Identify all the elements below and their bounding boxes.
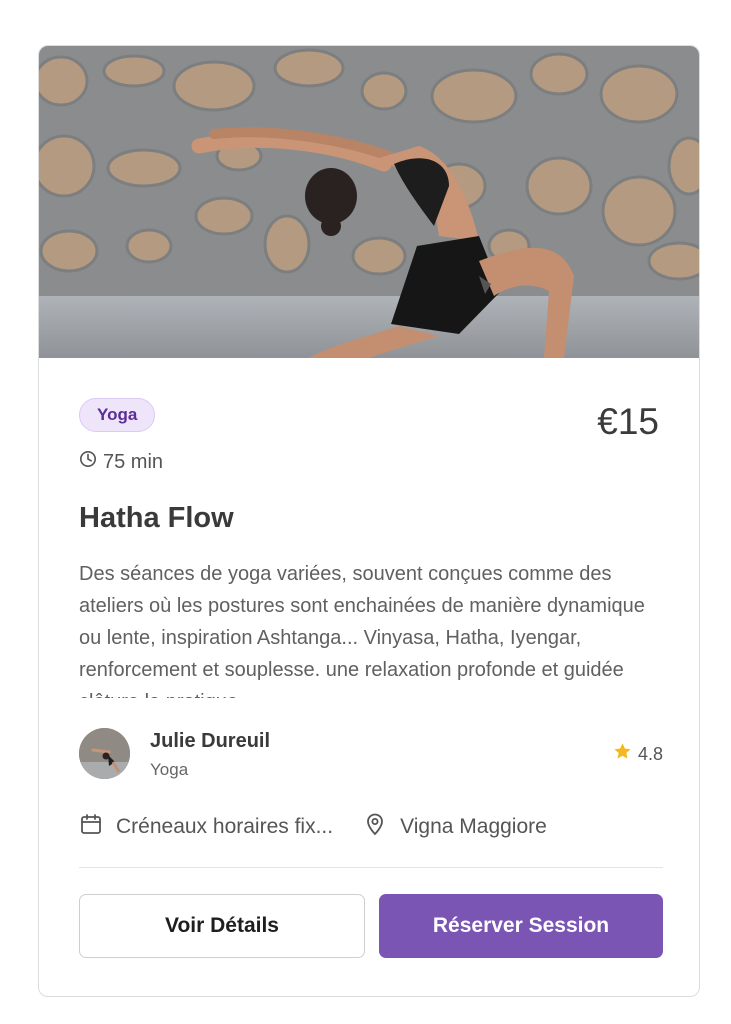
- session-meta: Créneaux horaires fix... Vigna Maggiore: [79, 811, 663, 843]
- divider: [79, 867, 663, 868]
- session-title: Hatha Flow: [79, 502, 234, 534]
- session-image: [39, 46, 699, 358]
- calendar-icon: [79, 812, 103, 842]
- instructor-rating: 4.8: [613, 742, 663, 766]
- yoga-photo: [39, 46, 699, 358]
- schedule-text: Créneaux horaires fix...: [116, 815, 334, 838]
- star-icon: [613, 742, 632, 766]
- duration-text: 75 min: [103, 450, 164, 473]
- category-badge: Yoga: [79, 398, 156, 432]
- session-price: €15: [597, 401, 659, 442]
- location-text: Vigna Maggiore: [400, 815, 547, 838]
- session-duration: 75 min: [79, 450, 163, 474]
- avatar: [79, 728, 130, 779]
- instructor-specialty: Yoga: [150, 760, 189, 779]
- session-description: Des séances de yoga variées, souvent con…: [79, 563, 645, 698]
- clock-icon: [79, 450, 97, 474]
- location-info: Vigna Maggiore: [363, 812, 547, 842]
- schedule-info: Créneaux horaires fix...: [79, 812, 333, 842]
- rating-value: 4.8: [637, 743, 663, 764]
- instructor-row: Julie Dureuil Yoga 4.8: [79, 728, 663, 780]
- map-pin-icon: [363, 812, 387, 842]
- view-details-button[interactable]: Voir Détails: [79, 894, 365, 958]
- session-card: Yoga €15 75 min Hatha Flow Des séances d…: [38, 45, 700, 997]
- book-session-button[interactable]: Réserver Session: [379, 894, 663, 958]
- instructor-name: Julie Dureuil: [150, 730, 271, 752]
